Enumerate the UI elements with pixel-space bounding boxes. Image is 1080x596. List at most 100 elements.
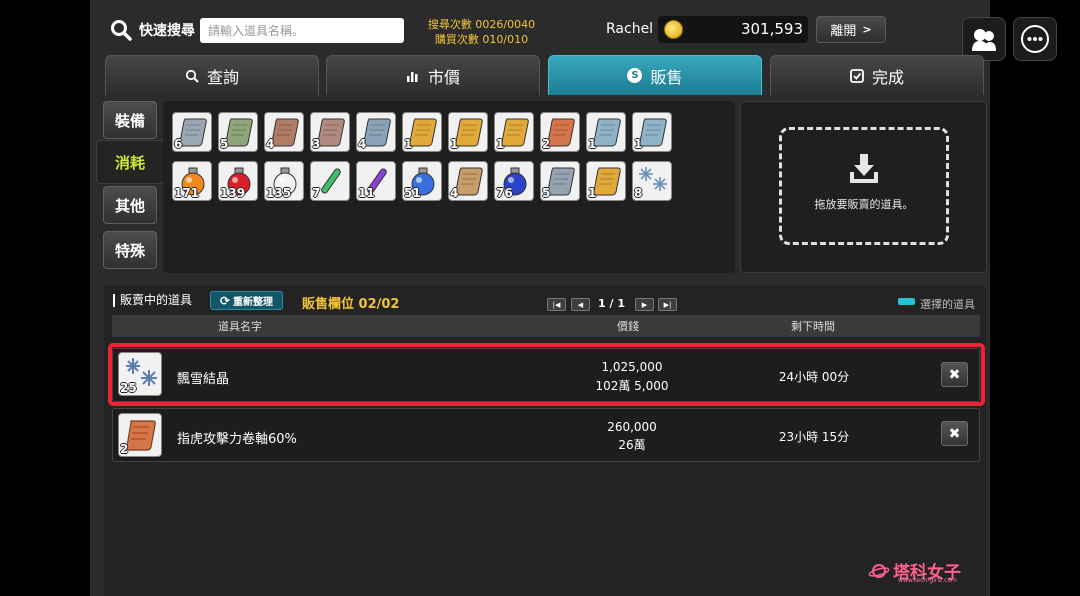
inventory-slot[interactable]: 76 bbox=[494, 161, 534, 201]
item-quantity: 1 bbox=[450, 137, 459, 151]
leave-button[interactable]: 離開 > bbox=[816, 16, 886, 43]
item-quantity: 1 bbox=[404, 137, 413, 151]
inventory-slot[interactable]: 6 bbox=[172, 112, 212, 152]
tab-label: 查詢 bbox=[206, 67, 239, 87]
inventory-slot[interactable]: 3 bbox=[310, 112, 350, 152]
drop-zone[interactable] bbox=[779, 127, 949, 245]
item-quantity: 4 bbox=[450, 186, 459, 200]
inventory-slot[interactable]: 1 bbox=[494, 112, 534, 152]
refresh-label: 重新整理 bbox=[233, 297, 274, 308]
item-quantity: 1 bbox=[588, 186, 597, 200]
more-button[interactable] bbox=[1013, 17, 1057, 61]
category-label: 裝備 bbox=[114, 111, 145, 130]
item-quantity: 2 bbox=[120, 442, 129, 456]
prev-page-button[interactable]: ◀ bbox=[571, 298, 590, 311]
col-item-name: 道具名字 bbox=[218, 320, 262, 333]
category-special[interactable]: 特殊 bbox=[103, 231, 157, 269]
item-quantity: 76 bbox=[496, 186, 513, 200]
drop-zone-text: 拖放要販賣的道具。 bbox=[814, 198, 914, 211]
refresh-icon: ⟳ bbox=[219, 293, 231, 308]
inventory-slot[interactable]: 4 bbox=[448, 161, 488, 201]
item-quantity: 1 bbox=[496, 137, 505, 151]
listing-title: 販賣中的道具 bbox=[113, 294, 192, 307]
quick-search-label: 快速搜尋 bbox=[139, 23, 195, 39]
tab-label: 市價 bbox=[427, 67, 460, 87]
inventory-slot[interactable]: 51 bbox=[402, 161, 442, 201]
category-label: 消耗 bbox=[114, 153, 145, 172]
inventory-slot[interactable]: 5 bbox=[218, 112, 258, 152]
tab-complete[interactable]: 完成 bbox=[770, 55, 984, 95]
cancel-listing-button[interactable]: ✖ bbox=[941, 421, 968, 446]
item-quantity: 5 bbox=[542, 186, 551, 200]
buy-count: 購買次數 010/010 bbox=[434, 33, 529, 46]
item-quantity: 5 bbox=[220, 137, 229, 151]
item-price-cn: 26萬 bbox=[618, 438, 646, 452]
inventory-slot[interactable]: 139 bbox=[218, 161, 258, 201]
inventory-slot[interactable]: 1 bbox=[402, 112, 442, 152]
item-quantity: 1 bbox=[588, 137, 597, 151]
search-icon bbox=[185, 69, 199, 83]
leave-label: 離開 bbox=[830, 24, 857, 39]
item-quantity: 3 bbox=[312, 137, 321, 151]
item-quantity: 4 bbox=[358, 137, 367, 151]
planet-logo-icon bbox=[868, 564, 890, 578]
checkbox-icon bbox=[850, 68, 864, 83]
page-indicator: 1 / 1 bbox=[598, 297, 625, 310]
item-time-left: 23小時 15分 bbox=[778, 430, 850, 444]
item-quantity: 51 bbox=[404, 186, 421, 200]
item-price: 260,000 bbox=[607, 420, 657, 434]
close-icon: ✖ bbox=[948, 425, 961, 442]
friends-icon bbox=[972, 29, 996, 51]
bar-chart-icon bbox=[406, 71, 418, 82]
item-quantity: 11 bbox=[358, 186, 375, 200]
inventory-slot[interactable]: 1 bbox=[632, 112, 672, 152]
item-quantity: 4 bbox=[266, 137, 275, 151]
item-quantity: 7 bbox=[312, 186, 321, 200]
search-input[interactable] bbox=[200, 18, 404, 43]
search-icon[interactable] bbox=[110, 19, 132, 41]
inventory-slot[interactable]: 8 bbox=[632, 161, 672, 201]
s-coin-icon: S bbox=[627, 68, 643, 83]
watermark-url: www.tech-girlz.com bbox=[898, 577, 957, 584]
col-price: 價錢 bbox=[617, 320, 639, 333]
inventory-slot[interactable]: 1 bbox=[448, 112, 488, 152]
search-count: 搜尋次數 0026/0040 bbox=[427, 18, 536, 31]
inventory-slot[interactable]: 1 bbox=[586, 161, 626, 201]
download-icon bbox=[850, 154, 878, 183]
coin-amount: 301,593 bbox=[740, 20, 803, 38]
tab-market-price[interactable]: 市價 bbox=[326, 55, 540, 95]
last-page-button[interactable]: ▶| bbox=[658, 298, 677, 311]
inventory-slot[interactable]: 4 bbox=[264, 112, 304, 152]
first-page-button[interactable]: |◀ bbox=[547, 298, 566, 311]
inventory-slot[interactable]: 7 bbox=[310, 161, 350, 201]
inventory-slot[interactable]: 4 bbox=[356, 112, 396, 152]
inventory-slot[interactable]: 11 bbox=[356, 161, 396, 201]
category-label: 特殊 bbox=[114, 241, 145, 260]
category-consumable[interactable]: 消耗 bbox=[96, 140, 164, 184]
sale-slot-count: 販售欄位 02/02 bbox=[302, 297, 400, 312]
scroll-icon bbox=[126, 420, 156, 451]
item-quantity: 135 bbox=[266, 186, 292, 200]
next-page-button[interactable]: ▶ bbox=[635, 298, 654, 311]
refresh-button[interactable]: ⟳ 重新整理 bbox=[210, 291, 283, 310]
category-equipment[interactable]: 裝備 bbox=[103, 101, 157, 139]
item-quantity: 139 bbox=[220, 186, 246, 200]
item-quantity: 2 bbox=[542, 137, 551, 151]
item-name: 指虎攻擊力卷軸60% bbox=[177, 432, 297, 447]
inventory-slot[interactable]: 5 bbox=[540, 161, 580, 201]
inventory-slot[interactable]: 171 bbox=[172, 161, 212, 201]
inventory-slot[interactable]: 135 bbox=[264, 161, 304, 201]
tab-label: 販售 bbox=[650, 67, 683, 87]
inventory-slot[interactable]: 1 bbox=[586, 112, 626, 152]
tab-sell[interactable]: S 販售 bbox=[548, 55, 762, 95]
tab-search[interactable]: 查詢 bbox=[105, 55, 319, 95]
inventory-slot[interactable]: 2 bbox=[540, 112, 580, 152]
item-quantity: 6 bbox=[174, 137, 183, 151]
tab-label: 完成 bbox=[871, 67, 904, 87]
category-etc[interactable]: 其他 bbox=[103, 186, 157, 224]
col-time-left: 剩下時間 bbox=[791, 320, 835, 333]
item-quantity: 1 bbox=[634, 137, 643, 151]
selected-row-highlight bbox=[108, 343, 985, 406]
coin-icon bbox=[664, 20, 683, 39]
more-icon bbox=[1021, 25, 1049, 53]
